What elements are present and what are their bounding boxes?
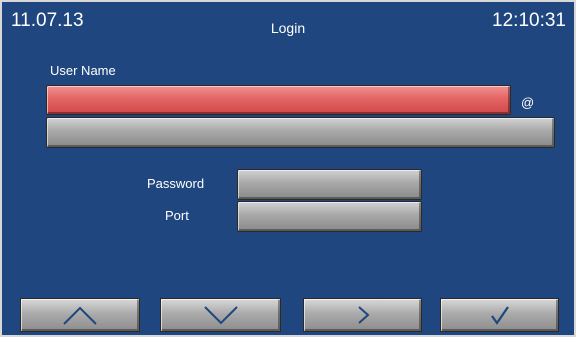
chevron-down-icon	[203, 306, 238, 325]
time-display: 12:10:31	[492, 10, 566, 31]
login-screen: 11.07.13 Login 12:10:31 User Name @ Pass…	[0, 0, 576, 337]
down-button[interactable]	[160, 298, 281, 332]
password-field[interactable]	[237, 169, 422, 200]
confirm-button[interactable]	[440, 298, 559, 332]
up-button[interactable]	[20, 298, 140, 332]
page-title: Login	[270, 20, 306, 36]
password-label: Password	[147, 176, 205, 191]
chevron-right-icon	[357, 306, 370, 324]
domain-field[interactable]	[46, 117, 555, 148]
next-button[interactable]	[303, 298, 422, 332]
checkmark-icon	[490, 306, 509, 325]
username-field[interactable]	[46, 85, 511, 115]
at-symbol: @	[521, 95, 535, 110]
chevron-up-icon	[63, 306, 97, 325]
port-field[interactable]	[237, 201, 422, 232]
username-label: User Name	[50, 63, 116, 78]
port-label: Port	[165, 208, 189, 223]
